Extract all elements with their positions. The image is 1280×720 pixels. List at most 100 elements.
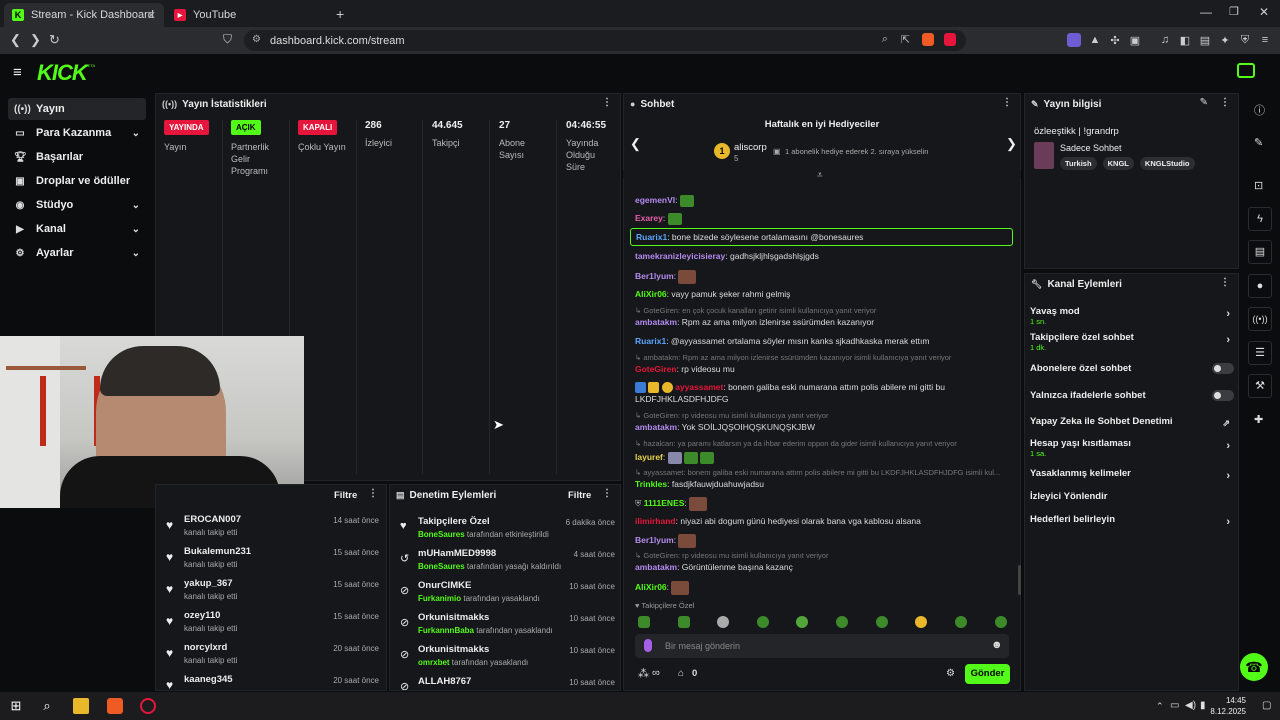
screenshot-icon[interactable]: ▣ xyxy=(1128,33,1142,47)
sidebar-item-basarilar[interactable]: 🏆︎ Başarılar xyxy=(8,146,146,168)
sidebar-item-studyo[interactable]: ◉ Stüdyo ⌄ xyxy=(8,194,146,216)
lightning-icon[interactable]: ϟ xyxy=(1248,207,1272,231)
follower-name[interactable]: yakup_367 xyxy=(184,578,233,589)
crosshair-icon[interactable]: ⊡ xyxy=(1254,179,1263,192)
follower-name[interactable]: kaaneg345 xyxy=(184,674,233,685)
system-clock[interactable]: 14:45 8.12.2025 xyxy=(1196,695,1246,717)
emoji-icon[interactable]: ☻ xyxy=(991,639,1003,651)
mod-target[interactable]: ALLAH8767 xyxy=(418,676,471,687)
category-name[interactable]: Sadece Sohbet xyxy=(1060,143,1122,153)
minimize-icon[interactable]: — xyxy=(1200,5,1212,19)
emote-icon[interactable] xyxy=(836,616,848,628)
microphone-icon[interactable] xyxy=(644,639,652,652)
kick-logo[interactable]: KICK xyxy=(37,60,88,86)
document-icon[interactable]: ▤ xyxy=(1248,240,1272,264)
chat-username[interactable]: AliXir06 xyxy=(635,582,667,592)
obs-icon[interactable] xyxy=(140,698,156,714)
back-icon[interactable]: ❮ xyxy=(10,32,21,48)
channel-switch-icon[interactable] xyxy=(1237,63,1255,78)
mod-target[interactable]: mUHamMED9998 xyxy=(418,548,496,559)
share-icon[interactable]: ⇱ xyxy=(901,33,910,46)
tab-youtube[interactable]: ▶ YouTube xyxy=(166,3,326,27)
chat-username[interactable]: tamekranizleyicisieray xyxy=(635,251,725,261)
extension-icon[interactable] xyxy=(1067,33,1081,47)
zoom-icon[interactable]: ⌕ xyxy=(882,33,888,46)
more-options-icon[interactable]: ⋮ xyxy=(602,97,612,108)
follower-name[interactable]: EROCAN007 xyxy=(184,514,241,525)
chevron-right-icon[interactable]: ❯ xyxy=(1006,136,1017,152)
chat-username[interactable]: ambatakm xyxy=(635,422,677,432)
tag[interactable]: KNGL xyxy=(1102,157,1134,170)
send-button[interactable]: Gönder xyxy=(965,664,1010,684)
pinned-toggle-icon[interactable]: ⩡ xyxy=(817,170,823,181)
emote-icon[interactable] xyxy=(717,616,729,628)
emote-icon[interactable] xyxy=(955,616,967,628)
chat-icon[interactable]: ● xyxy=(1248,274,1272,298)
windows-start-icon[interactable]: ⊞ xyxy=(8,698,24,714)
chat-username[interactable]: Trinkles xyxy=(635,479,667,489)
chat-username[interactable]: Ber1lyum xyxy=(635,535,674,545)
emote-icon[interactable] xyxy=(876,616,888,628)
brave-shield-icon[interactable] xyxy=(922,33,934,46)
filter-button[interactable]: Filtre xyxy=(568,490,591,501)
gift-box-icon[interactable]: ⌂ xyxy=(678,668,684,679)
mod-actor[interactable]: omrxbet xyxy=(418,658,450,667)
url-field[interactable]: ⚙ dashboard.kick.com/stream ⌕ ⇱ xyxy=(244,30,966,51)
chat-input[interactable]: Bir mesaj gönderin ☻ xyxy=(635,634,1009,658)
brave-rewards-icon[interactable] xyxy=(944,33,956,46)
puzzle-icon[interactable]: ✣ xyxy=(1108,33,1122,47)
reload-icon[interactable]: ↻ xyxy=(49,32,60,48)
tab-kick-dashboard[interactable]: K Stream - Kick Dashboard ✕ xyxy=(4,3,164,27)
more-options-icon[interactable]: ⋮ xyxy=(1220,277,1230,288)
chat-username[interactable]: Exarey xyxy=(635,213,663,223)
people-icon[interactable]: ⁂ xyxy=(638,667,649,680)
edit-icon[interactable]: ✎ xyxy=(1200,97,1208,108)
hamburger-icon[interactable]: ≡ xyxy=(13,64,22,81)
sidebar-item-ayarlar[interactable]: ⚙ Ayarlar ⌄ xyxy=(8,242,146,264)
action-ai-moderation[interactable]: Yapay Zeka ile Sohbet Denetimi ⇗ xyxy=(1030,416,1234,428)
sidebar-item-para-kazanma[interactable]: ▭ Para Kazanma ⌄ xyxy=(8,122,146,144)
notification-icon[interactable]: ▢ xyxy=(1262,700,1271,711)
emote-only-toggle[interactable] xyxy=(1212,390,1234,401)
menu-icon[interactable]: ≡ xyxy=(1258,33,1272,47)
forward-icon[interactable]: ❯ xyxy=(30,32,41,48)
chevron-left-icon[interactable]: ❮ xyxy=(630,136,641,152)
gear-icon[interactable]: ⚙ xyxy=(946,668,955,679)
tag[interactable]: KNGLStudio xyxy=(1139,157,1195,170)
subscribers-only-toggle[interactable] xyxy=(1212,363,1234,374)
chat-username[interactable]: Ruarix1 xyxy=(635,336,666,346)
mod-target[interactable]: Orkunisitmakks xyxy=(418,644,489,655)
support-chat-icon[interactable]: ☎ xyxy=(1240,653,1268,681)
tray-chevron-icon[interactable]: ⌃ xyxy=(1156,701,1164,712)
more-options-icon[interactable]: ⋮ xyxy=(1220,97,1230,108)
chat-username[interactable]: Ruarix1 xyxy=(636,232,667,242)
filter-button[interactable]: Filtre xyxy=(334,490,357,501)
add-widget-icon[interactable]: ✚ xyxy=(1254,413,1263,426)
mod-actor[interactable]: BoneSaures xyxy=(418,530,465,539)
emote-icon[interactable] xyxy=(757,616,769,628)
bookmark-icon[interactable]: ⛉ xyxy=(223,32,232,47)
search-icon[interactable]: ⌕ xyxy=(39,698,55,714)
more-options-icon[interactable]: ⋮ xyxy=(602,488,612,499)
chat-username[interactable]: AliXir06 xyxy=(635,289,667,299)
more-options-icon[interactable]: ⋮ xyxy=(1002,97,1012,108)
close-window-icon[interactable]: ✕ xyxy=(1259,5,1269,19)
tag[interactable]: Turkish xyxy=(1060,157,1097,170)
leo-ai-icon[interactable]: ✦ xyxy=(1218,33,1232,47)
chat-username[interactable]: layuref xyxy=(635,452,663,462)
action-banned-words[interactable]: Yasaklanmış kelimeler › xyxy=(1030,468,1234,482)
emote-icon[interactable] xyxy=(796,616,808,628)
follower-name[interactable]: norcylxrd xyxy=(184,642,227,653)
file-explorer-icon[interactable] xyxy=(73,698,89,714)
emote-icon[interactable] xyxy=(995,616,1007,628)
emote-icon[interactable] xyxy=(915,616,927,628)
action-followers-only[interactable]: Takipçilere özel sohbet 1 dk. › xyxy=(1030,332,1234,352)
chat-username[interactable]: egemenVI xyxy=(635,195,675,205)
mod-target[interactable]: Takipçilere Özel xyxy=(418,516,490,527)
pencil-icon[interactable]: ✎ xyxy=(1254,136,1263,149)
mod-target[interactable]: Orkunisitmakks xyxy=(418,612,489,623)
emote-icon[interactable] xyxy=(638,616,650,628)
top-gifter-name[interactable]: aliscorp xyxy=(734,142,767,153)
chat-username[interactable]: ayyassamet xyxy=(675,382,723,392)
chat-username[interactable]: ambatakm xyxy=(635,562,677,572)
